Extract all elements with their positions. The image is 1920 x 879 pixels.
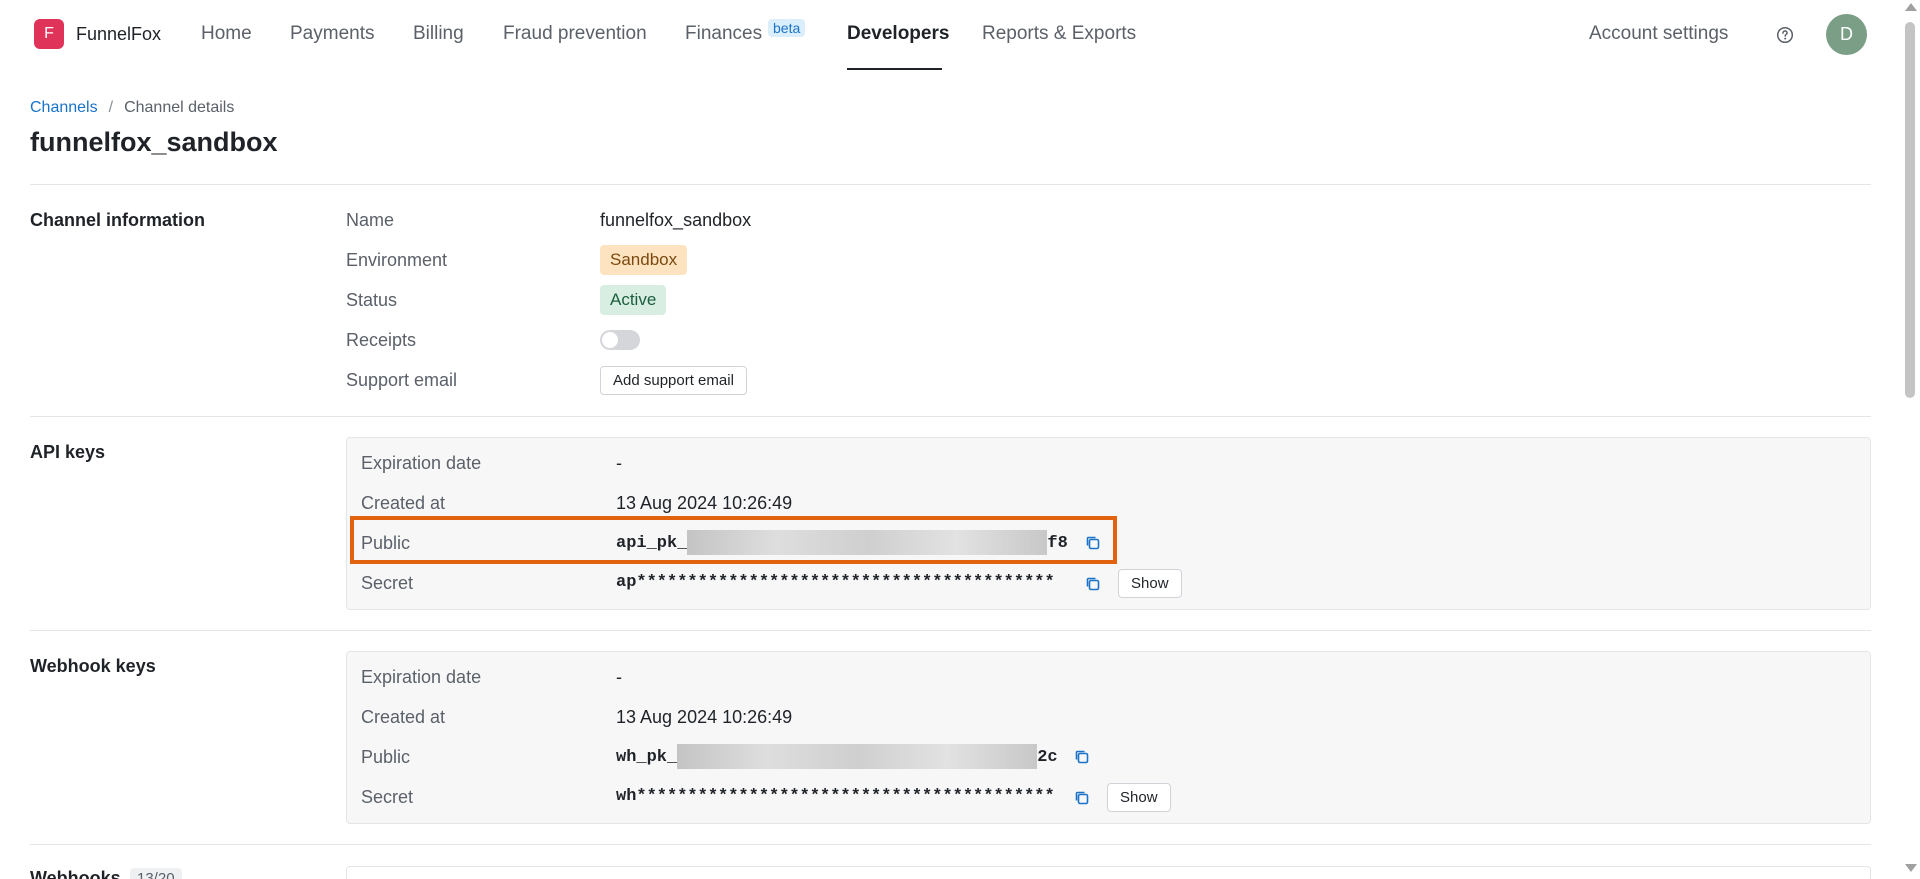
vertical-scrollbar[interactable] <box>1900 0 1920 879</box>
api-keys-title: API keys <box>30 442 106 462</box>
api-secret-label: Secret <box>361 573 414 593</box>
add-support-email-button[interactable]: Add support email <box>600 366 747 395</box>
section-divider <box>30 184 1871 185</box>
webhooks-count-badge: 13/20 <box>130 868 182 879</box>
webhook-keys-title: Webhook keys <box>30 656 156 676</box>
account-settings-link[interactable]: Account settings <box>1589 23 1728 45</box>
nav-item-fraud-prevention[interactable]: Fraud prevention <box>503 23 647 45</box>
beta-badge: beta <box>768 19 806 37</box>
nav-item-finances[interactable]: Finances <box>685 23 762 45</box>
name-value: funnelfox_sandbox <box>600 210 752 230</box>
support-email-label: Support email <box>346 370 458 390</box>
webhook-created-label: Created at <box>361 707 446 727</box>
public-key-highlight <box>350 516 1117 564</box>
webhook-public-label: Public <box>361 747 411 767</box>
scroll-down-arrow-icon[interactable] <box>1905 864 1917 872</box>
breadcrumb-separator: / <box>108 99 114 116</box>
section-divider <box>30 416 1871 417</box>
active-tab-indicator <box>847 68 942 70</box>
brand-name: FunnelFox <box>76 23 162 44</box>
webhook-expiration-label: Expiration date <box>361 667 482 687</box>
redacted-key-mask <box>677 744 1038 769</box>
api-expiration-value: - <box>616 453 622 473</box>
copy-icon[interactable] <box>1084 575 1102 593</box>
copy-icon[interactable] <box>1073 748 1091 766</box>
top-navigation: F FunnelFox Home Payments Billing Fraud … <box>0 0 1900 70</box>
name-label: Name <box>346 210 395 230</box>
show-api-secret-button[interactable]: Show <box>1118 569 1182 598</box>
webhook-public-key: wh_pk_ 2c <box>616 744 1058 769</box>
api-created-label: Created at <box>361 493 446 513</box>
api-expiration-label: Expiration date <box>361 453 482 473</box>
environment-badge: Sandbox <box>600 245 688 275</box>
nav-item-home[interactable]: Home <box>201 23 252 45</box>
receipts-toggle[interactable] <box>600 330 640 350</box>
webhook-created-value: 13 Aug 2024 10:26:49 <box>616 707 793 727</box>
webhook-public-key-suffix: 2c <box>1037 747 1058 767</box>
environment-label: Environment <box>346 250 448 270</box>
nav-item-developers[interactable]: Developers <box>847 23 949 45</box>
api-secret-key: ap**************************************… <box>616 573 1055 592</box>
scrollbar-thumb[interactable] <box>1905 22 1915 398</box>
channel-information-title: Channel information <box>30 210 205 230</box>
nav-item-reports-exports[interactable]: Reports & Exports <box>982 23 1136 45</box>
toggle-knob <box>602 332 618 348</box>
webhooks-title: Webhooks <box>30 868 121 879</box>
status-label: Status <box>346 290 398 310</box>
brand-logo: F <box>34 19 64 49</box>
breadcrumb-channels-link[interactable]: Channels <box>30 99 98 117</box>
webhooks-panel <box>346 866 1871 879</box>
nav-item-payments[interactable]: Payments <box>290 23 374 45</box>
copy-icon[interactable] <box>1073 789 1091 807</box>
status-badge: Active <box>600 285 667 315</box>
breadcrumb: Channels / Channel details <box>30 99 234 117</box>
section-divider <box>30 630 1871 631</box>
brand[interactable]: F FunnelFox <box>34 19 161 49</box>
question-circle-icon[interactable] <box>1776 26 1794 44</box>
webhook-secret-key: wh**************************************… <box>616 787 1055 806</box>
receipts-label: Receipts <box>346 330 417 350</box>
scroll-up-arrow-icon[interactable] <box>1905 3 1917 11</box>
show-webhook-secret-button[interactable]: Show <box>1107 783 1171 812</box>
api-created-value: 13 Aug 2024 10:26:49 <box>616 493 793 513</box>
webhook-expiration-value: - <box>616 667 622 687</box>
section-divider <box>30 844 1871 845</box>
breadcrumb-current: Channel details <box>124 99 235 116</box>
webhook-public-key-prefix: wh_pk_ <box>616 747 678 767</box>
user-avatar[interactable]: D <box>1826 14 1867 55</box>
page-title: funnelfox_sandbox <box>30 127 278 157</box>
webhook-secret-label: Secret <box>361 787 414 807</box>
nav-item-billing[interactable]: Billing <box>413 23 464 45</box>
